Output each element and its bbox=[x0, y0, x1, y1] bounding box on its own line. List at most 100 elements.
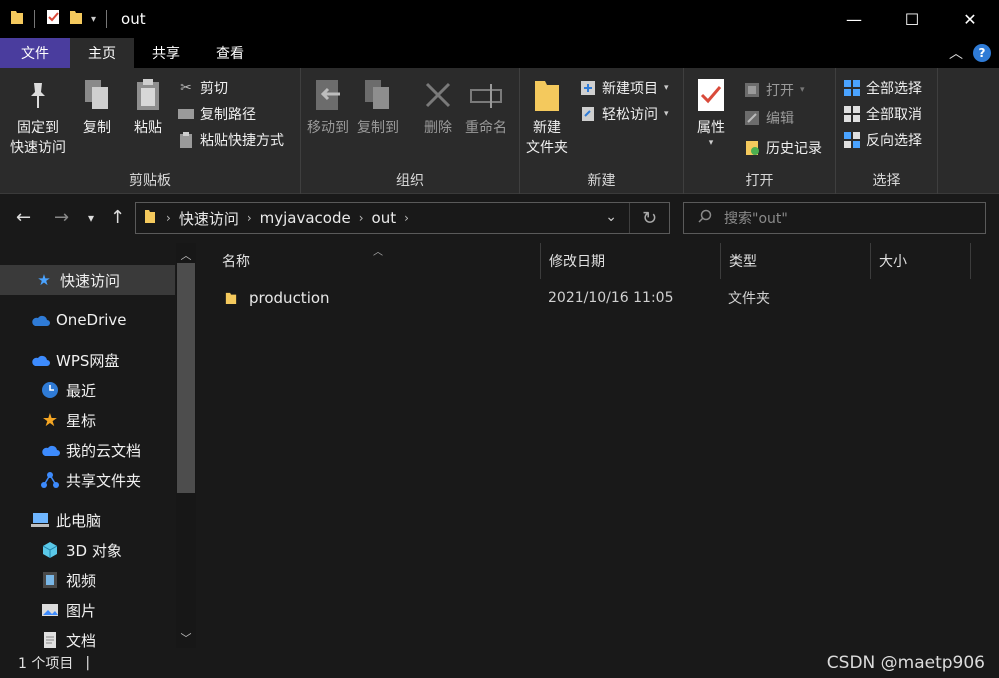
maximize-button[interactable]: ☐ bbox=[883, 0, 941, 38]
video-icon bbox=[40, 570, 60, 590]
search-icon bbox=[698, 209, 712, 227]
chevron-right-icon[interactable]: › bbox=[247, 211, 252, 225]
breadcrumb-myjavacode[interactable]: myjavacode bbox=[260, 209, 351, 227]
scrollbar-thumb[interactable] bbox=[177, 263, 195, 493]
file-list: ︿ 名称 修改日期 类型 大小 production 2021/10/16 11… bbox=[197, 243, 999, 648]
open-button[interactable]: 打开 ▾ bbox=[744, 78, 805, 102]
column-header-modified[interactable]: 修改日期 bbox=[541, 243, 721, 279]
scroll-down-icon[interactable]: ﹀ bbox=[176, 630, 196, 646]
address-dropdown-icon[interactable]: ⌄ bbox=[605, 209, 617, 225]
forward-arrow-icon[interactable]: → bbox=[54, 207, 69, 228]
paste-shortcut-button[interactable]: 粘贴快捷方式 bbox=[178, 128, 284, 152]
new-folder-button[interactable]: 新建 文件夹 bbox=[526, 76, 568, 158]
back-arrow-icon[interactable]: ← bbox=[16, 207, 31, 228]
chevron-right-icon[interactable]: › bbox=[404, 211, 409, 225]
sidebar-item-starred[interactable]: ★ 星标 bbox=[0, 405, 175, 435]
tab-file[interactable]: 文件 bbox=[0, 38, 70, 68]
copy-to-button[interactable]: 复制到 bbox=[357, 76, 399, 138]
select-group: 全部选择 全部取消 反向选择 选择 bbox=[836, 68, 938, 194]
sidebar-item-shared-folder[interactable]: 共享文件夹 bbox=[0, 465, 175, 495]
folder-icon bbox=[225, 290, 237, 306]
sidebar-item-this-pc[interactable]: 此电脑 bbox=[0, 505, 175, 535]
paste-icon bbox=[131, 76, 165, 114]
customize-dropdown-icon[interactable]: ▾ bbox=[91, 14, 96, 25]
delete-icon bbox=[421, 76, 455, 114]
rename-button[interactable]: 重命名 bbox=[465, 76, 507, 138]
cut-button[interactable]: ✂ 剪切 bbox=[178, 76, 228, 100]
group-label: 打开 bbox=[745, 173, 774, 189]
search-box[interactable]: 搜索"out" bbox=[683, 202, 986, 234]
sidebar-item-videos[interactable]: 视频 bbox=[0, 565, 175, 595]
sidebar-item-onedrive[interactable]: OneDrive bbox=[0, 305, 175, 335]
file-row[interactable]: production 2021/10/16 11:05 文件夹 bbox=[217, 285, 987, 311]
tab-share[interactable]: 共享 bbox=[134, 38, 198, 68]
new-folder-icon[interactable] bbox=[69, 9, 83, 29]
item-count: 1 个项目 bbox=[18, 656, 74, 672]
invert-selection-icon bbox=[844, 132, 860, 148]
scroll-up-icon[interactable]: ︿ bbox=[176, 247, 196, 263]
column-header-size[interactable]: 大小 bbox=[871, 243, 971, 279]
edit-button[interactable]: 编辑 bbox=[744, 106, 794, 130]
close-button[interactable]: ✕ bbox=[941, 0, 999, 38]
recent-locations-icon[interactable]: ▾ bbox=[88, 211, 94, 225]
new-item-button[interactable]: 新建项目 ▾ bbox=[580, 76, 669, 100]
sidebar-item-recent[interactable]: 最近 bbox=[0, 375, 175, 405]
new-item-icon bbox=[580, 80, 596, 96]
navigation-bar: ← → ▾ ↑ › 快速访问 › myjavacode › out › ⌄ ↻ … bbox=[0, 195, 999, 243]
status-separator: | bbox=[85, 655, 91, 671]
help-icon[interactable]: ? bbox=[973, 44, 991, 62]
minimize-button[interactable]: — bbox=[825, 0, 883, 38]
easy-access-button[interactable]: 轻松访问 ▾ bbox=[580, 102, 669, 126]
delete-button[interactable]: 删除 bbox=[421, 76, 455, 138]
group-label: 新建 bbox=[587, 173, 616, 189]
breadcrumb-out[interactable]: out bbox=[372, 209, 397, 227]
address-bar[interactable]: › 快速访问 › myjavacode › out › ⌄ ↻ bbox=[135, 202, 670, 234]
move-to-button[interactable]: 移动到 bbox=[307, 76, 349, 138]
select-all-icon bbox=[844, 80, 860, 96]
copy-path-button[interactable]: 复制路径 bbox=[178, 102, 256, 126]
cube-icon bbox=[40, 540, 60, 560]
history-button[interactable]: 历史记录 bbox=[744, 136, 822, 160]
share-icon bbox=[40, 470, 60, 490]
organize-group: 移动到 复制到 删除 重命名 组织 bbox=[301, 68, 520, 194]
up-arrow-icon[interactable]: ↑ bbox=[110, 207, 125, 228]
picture-icon bbox=[40, 600, 60, 620]
select-none-button[interactable]: 全部取消 bbox=[844, 102, 922, 126]
sidebar-item-wps-drive[interactable]: WPS网盘 bbox=[0, 345, 175, 375]
open-icon bbox=[744, 82, 760, 98]
search-placeholder: 搜索"out" bbox=[724, 211, 788, 227]
toolbar-divider bbox=[106, 10, 108, 28]
invert-selection-button[interactable]: 反向选择 bbox=[844, 128, 922, 152]
collapse-ribbon-icon[interactable]: ︿ bbox=[949, 43, 963, 63]
properties-icon[interactable] bbox=[45, 9, 61, 29]
tab-view[interactable]: 查看 bbox=[198, 38, 262, 68]
breadcrumb-quick-access[interactable]: 快速访问 bbox=[179, 208, 239, 229]
toolbar-divider bbox=[34, 10, 35, 28]
chevron-right-icon[interactable]: › bbox=[359, 211, 364, 225]
file-name: production bbox=[249, 289, 330, 307]
star-icon: ★ bbox=[37, 271, 51, 289]
pin-quick-access-button[interactable]: 固定到 快速访问 bbox=[10, 76, 66, 158]
column-header-type[interactable]: 类型 bbox=[721, 243, 871, 279]
sidebar-item-3d-objects[interactable]: 3D 对象 bbox=[0, 535, 175, 565]
history-icon bbox=[744, 140, 760, 156]
select-none-icon bbox=[844, 106, 860, 122]
properties-button[interactable]: 属性 ▾ bbox=[694, 76, 728, 148]
title-bar: ▾ out — ☐ ✕ bbox=[0, 0, 999, 38]
column-header-name[interactable]: 名称 bbox=[214, 243, 541, 279]
dropdown-arrow-icon: ▾ bbox=[708, 138, 714, 148]
sidebar-item-quick-access[interactable]: ★ 快速访问 bbox=[0, 265, 175, 295]
pin-icon bbox=[21, 76, 55, 114]
copy-button[interactable]: 复制 bbox=[80, 76, 114, 138]
select-all-button[interactable]: 全部选择 bbox=[844, 76, 922, 100]
refresh-icon[interactable]: ↻ bbox=[629, 203, 669, 233]
tab-home[interactable]: 主页 bbox=[70, 38, 134, 68]
dropdown-arrow-icon: ▾ bbox=[800, 85, 805, 95]
group-label: 选择 bbox=[872, 173, 901, 189]
paste-button[interactable]: 粘贴 bbox=[131, 76, 165, 138]
cloud-icon bbox=[40, 440, 60, 460]
sidebar-scrollbar[interactable]: ︿ ﹀ bbox=[176, 243, 196, 648]
sidebar-item-my-cloud-docs[interactable]: 我的云文档 bbox=[0, 435, 175, 465]
easy-access-icon bbox=[580, 106, 596, 122]
sidebar-item-pictures[interactable]: 图片 bbox=[0, 595, 175, 625]
